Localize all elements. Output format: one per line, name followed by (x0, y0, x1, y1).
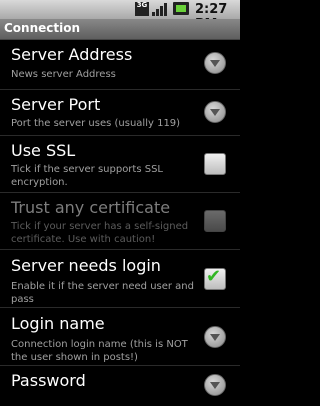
setting-password[interactable]: Password (0, 366, 240, 406)
checkmark-icon: ✔ (206, 266, 222, 287)
dropdown-arrow-icon[interactable] (204, 374, 226, 396)
setting-server-port[interactable]: Server Port Port the server uses (usuall… (0, 90, 240, 136)
setting-summary: News server Address (11, 69, 116, 80)
setting-label: Password (11, 371, 86, 390)
setting-trust-any-certificate: Trust any certificate Tick if your serve… (0, 193, 240, 250)
setting-summary: Tick if the server supports SSL encrypti… (11, 164, 163, 188)
dropdown-arrow-icon[interactable] (204, 326, 226, 348)
dropdown-arrow-icon[interactable] (204, 52, 226, 74)
server-needs-login-checkbox[interactable]: ✔ (204, 266, 226, 290)
setting-server-address[interactable]: Server Address News server Address (0, 40, 240, 90)
setting-label: Server Address (11, 45, 133, 64)
setting-summary: Connection login name (this is NOT the u… (11, 339, 188, 363)
setting-label: Use SSL (11, 141, 76, 160)
setting-summary: Port the server uses (usually 119) (11, 118, 181, 129)
trust-certificate-checkbox (204, 210, 226, 232)
setting-summary: Tick if your server has a self-signed ce… (11, 221, 189, 245)
status-bar: 3G 2:27 PM (0, 0, 240, 32)
title-bar: Connection (0, 19, 240, 40)
use-ssl-checkbox[interactable] (204, 153, 226, 175)
setting-label: Server Port (11, 95, 101, 114)
dropdown-arrow-icon[interactable] (204, 101, 226, 123)
setting-label: Login name (11, 314, 105, 333)
setting-label: Server needs login (11, 256, 161, 275)
signal-strength-icon (152, 2, 168, 16)
setting-label: Trust any certificate (11, 198, 171, 217)
settings-list: Server Address News server Address Serve… (0, 40, 240, 406)
setting-login-name[interactable]: Login name Connection login name (this i… (0, 308, 240, 366)
screen-title: Connection (4, 21, 81, 35)
setting-summary: Enable it if the server need user and pa… (11, 281, 194, 305)
setting-server-needs-login[interactable]: Server needs login Enable it if the serv… (0, 250, 240, 308)
battery-icon (173, 2, 189, 15)
network-3g-icon: 3G (135, 2, 149, 16)
setting-use-ssl[interactable]: Use SSL Tick if the server supports SSL … (0, 136, 240, 193)
